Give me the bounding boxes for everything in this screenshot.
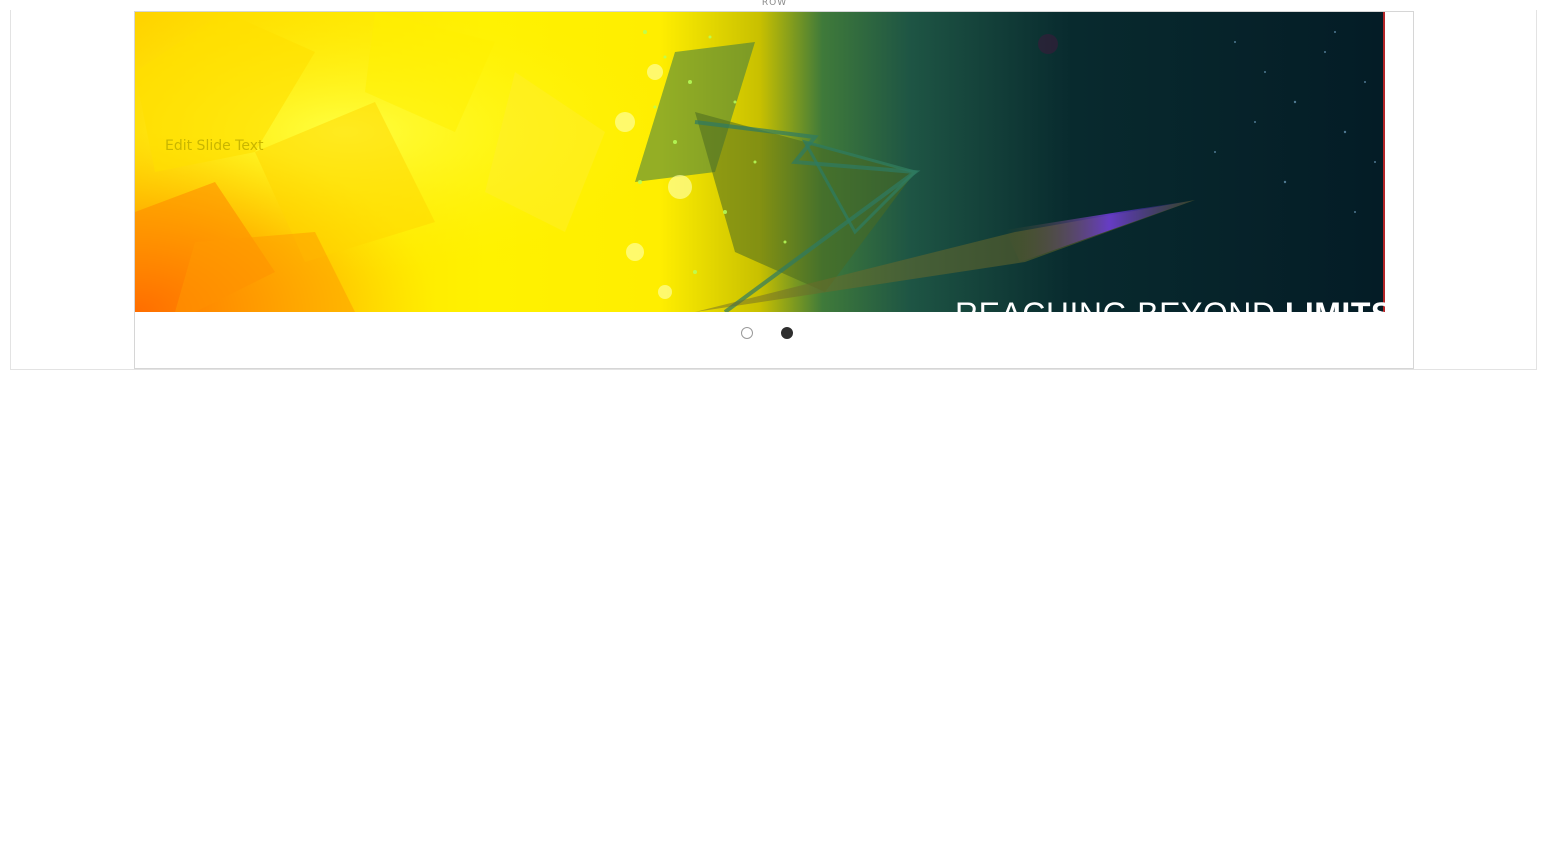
row-label: ROW xyxy=(761,0,788,8)
slide-image: Edit Slide Text REACHING BEYOND LIMITS xyxy=(135,12,1385,312)
pagination-dot-1[interactable] xyxy=(741,327,753,339)
slider-pagination xyxy=(135,325,1413,343)
slide-background-graphic xyxy=(135,12,1385,312)
pagination-dot-2[interactable] xyxy=(781,327,793,339)
caption-bold: LIMITS xyxy=(1285,296,1385,312)
slide-text[interactable]: Edit Slide Text xyxy=(165,138,264,154)
caption-regular: REACHING BEYOND xyxy=(955,296,1275,312)
slide-caption: REACHING BEYOND LIMITS xyxy=(955,296,1385,312)
